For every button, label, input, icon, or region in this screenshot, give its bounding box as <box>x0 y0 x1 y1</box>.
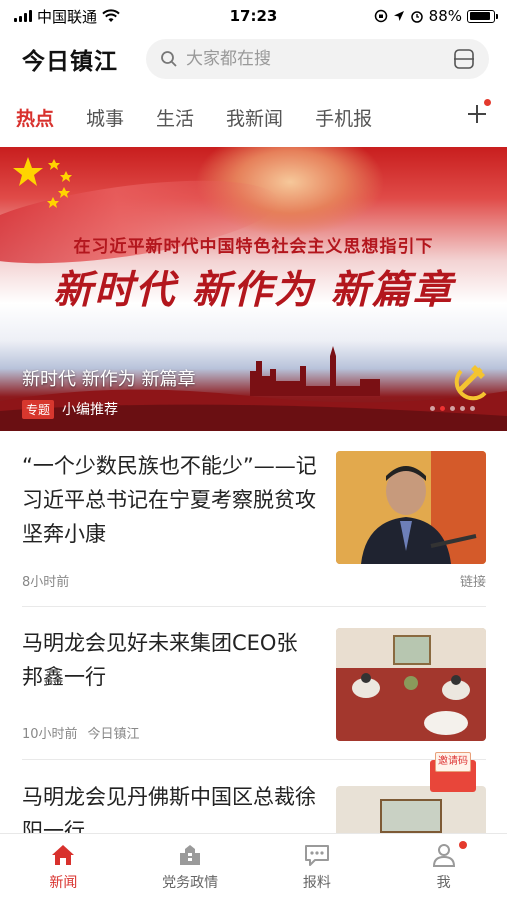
location-icon <box>393 11 404 21</box>
add-channel-button[interactable] <box>465 99 491 126</box>
banner-subtitle: 在习近平新时代中国特色社会主义思想指引下 <box>73 237 434 257</box>
user-icon <box>432 844 455 867</box>
news-thumbnail[interactable] <box>336 628 486 741</box>
chat-icon <box>304 845 329 866</box>
banner-carousel[interactable]: 在习近平新时代中国特色社会主义思想指引下 新时代 新作为 新篇章 新时代 新作为… <box>0 147 507 431</box>
notification-dot <box>484 99 491 106</box>
nav-report[interactable]: 报料 <box>254 834 381 900</box>
divider <box>22 606 486 607</box>
carousel-dot[interactable] <box>450 406 455 411</box>
tab-hot[interactable]: 热点 <box>16 104 54 131</box>
nav-party-affairs[interactable]: 党务政情 <box>127 834 254 900</box>
bottom-nav: 新闻 党务政情 报料 我 <box>0 833 507 900</box>
invite-code-button[interactable]: 邀请码 <box>430 752 476 792</box>
status-bar: 中国联通 17:23 88% <box>0 0 507 32</box>
battery-icon <box>467 9 498 23</box>
building-icon <box>180 845 201 865</box>
recommend-label: 小编推荐 <box>62 402 119 418</box>
banner-tags: 专题 小编推荐 <box>22 399 118 419</box>
home-icon <box>52 845 75 865</box>
news-item[interactable]: “一个少数民族也不能少”——记习近平总书记在宁夏考察脱贫攻坚奔小康 8小时前 链… <box>22 449 486 594</box>
news-time: 10小时前 <box>22 727 78 742</box>
search-icon <box>161 51 177 67</box>
news-item[interactable]: 马明龙会见丹佛斯中国区总裁徐阳一行 <box>22 780 486 833</box>
news-thumbnail[interactable] <box>336 451 486 564</box>
topic-badge: 专题 <box>22 399 55 419</box>
notification-dot <box>458 841 467 849</box>
news-title[interactable]: 马明龙会见丹佛斯中国区总裁徐阳一行 <box>22 780 317 833</box>
signal-icon <box>14 10 32 22</box>
portrait-image <box>336 451 486 564</box>
news-meta: 10小时前 今日镇江 <box>22 723 140 742</box>
status-left: 中国联通 <box>14 6 120 27</box>
nav-news[interactable]: 新闻 <box>0 834 127 900</box>
tab-mobile-paper[interactable]: 手机报 <box>315 104 372 131</box>
news-title[interactable]: 马明龙会见好未来集团CEO张邦鑫一行 <box>22 626 317 694</box>
banner-caption: 新时代 新作为 新篇章 <box>22 369 196 390</box>
flag-icon <box>13 157 72 208</box>
news-item[interactable]: 马明龙会见好未来集团CEO张邦鑫一行 10小时前 今日镇江 <box>22 626 486 746</box>
nav-label: 报料 <box>302 875 331 891</box>
news-meta: 8小时前 <box>22 571 69 590</box>
carousel-dot[interactable] <box>460 406 465 411</box>
app-title: 今日镇江 <box>22 49 118 75</box>
news-source: 今日镇江 <box>87 727 140 742</box>
nav-label: 我 <box>436 875 451 891</box>
battery-level <box>469 12 490 20</box>
rotation-lock-icon <box>374 9 387 23</box>
divider <box>22 759 486 760</box>
party-emblem-icon <box>454 365 487 401</box>
wifi-icon <box>102 9 120 22</box>
news-time: 8小时前 <box>22 575 70 590</box>
status-right: 88% <box>374 7 498 25</box>
scan-icon[interactable] <box>453 49 475 69</box>
nav-label: 党务政情 <box>162 875 219 891</box>
app-header: 今日镇江 <box>0 36 507 82</box>
tab-my-news[interactable]: 我新闻 <box>226 104 283 131</box>
carousel-dot[interactable] <box>430 406 435 411</box>
carousel-dot[interactable] <box>440 406 445 411</box>
search-bar[interactable] <box>146 39 489 79</box>
battery-percent: 88% <box>428 7 462 25</box>
meeting-room-image <box>336 786 486 833</box>
tab-life[interactable]: 生活 <box>156 104 194 131</box>
news-thumbnail[interactable] <box>336 786 486 833</box>
alarm-icon <box>410 11 423 23</box>
nav-label: 新闻 <box>49 875 78 891</box>
meeting-image <box>336 628 486 741</box>
news-tag: 链接 <box>459 575 486 590</box>
channel-tabs: 热点 城事 生活 我新闻 手机报 <box>0 92 507 142</box>
carousel-dot[interactable] <box>470 406 475 411</box>
carrier-label: 中国联通 <box>37 7 98 26</box>
tab-city[interactable]: 城事 <box>86 104 124 131</box>
nav-me[interactable]: 我 <box>380 834 507 900</box>
banner-headline: 新时代 新作为 新篇章 <box>53 267 454 313</box>
invite-label: 邀请码 <box>435 752 471 772</box>
news-title[interactable]: “一个少数民族也不能少”——记习近平总书记在宁夏考察脱贫攻坚奔小康 <box>22 449 317 551</box>
carousel-indicator <box>430 406 475 411</box>
search-input[interactable] <box>186 49 453 69</box>
